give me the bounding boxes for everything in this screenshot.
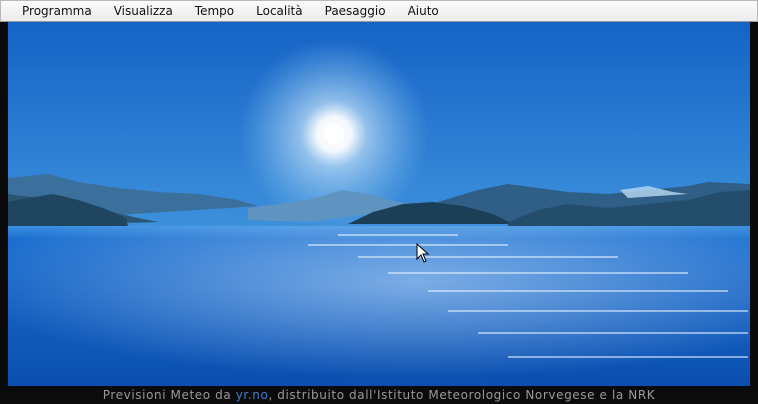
sun <box>324 124 344 144</box>
menu-localita[interactable]: Località <box>245 1 314 21</box>
sea-sparkle <box>8 226 750 386</box>
menu-paesaggio[interactable]: Paesaggio <box>314 1 397 21</box>
landscape-view <box>8 22 750 386</box>
menu-visualizza[interactable]: Visualizza <box>103 1 184 21</box>
mouse-cursor-icon <box>416 243 430 263</box>
attribution-suffix: , distribuito dall'Istituto Meteorologic… <box>268 388 656 402</box>
menu-bar: Programma Visualizza Tempo Località Paes… <box>0 0 758 22</box>
menu-tempo[interactable]: Tempo <box>184 1 245 21</box>
menu-aiuto[interactable]: Aiuto <box>397 1 450 21</box>
attribution-footer: Previsioni Meteo da yr.no, distribuito d… <box>0 386 758 404</box>
landscape-image <box>8 22 750 386</box>
attribution-prefix: Previsioni Meteo da <box>102 388 236 402</box>
yr-link[interactable]: yr.no <box>236 388 269 402</box>
menu-programma[interactable]: Programma <box>11 1 103 21</box>
